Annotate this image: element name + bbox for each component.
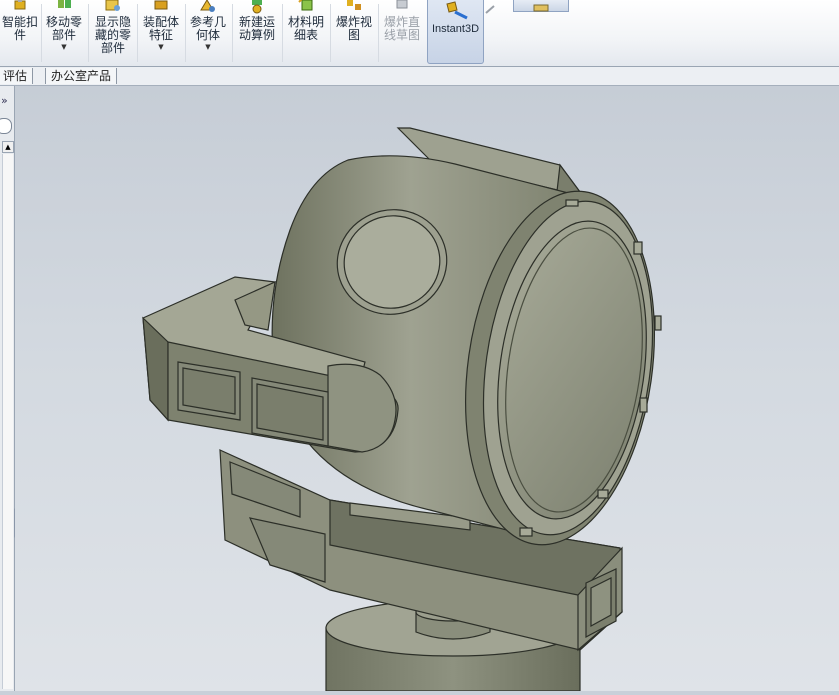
button-label: 移动零 部件 [45,15,82,42]
instant3d-icon [445,0,469,24]
move-component-icon [53,0,75,14]
separator [88,4,89,62]
pencil-icon[interactable] [484,0,498,14]
move-component-button[interactable]: 移动零 部件 ▼ [42,0,86,64]
button-label: 智能扣 件 [1,15,38,42]
button-label: 爆炸直 线草图 [383,15,420,42]
new-motion-study-button[interactable]: 新建运 动算例 [234,0,280,64]
separator [232,4,233,62]
reference-geometry-button[interactable]: 参考几 何体 ▼ [186,0,230,64]
scroll-up-icon[interactable]: ▲ [2,141,14,153]
separator [282,4,283,62]
bolt-icon [9,0,31,14]
button-label: 装配体 特征 [142,15,179,42]
panel-round-button[interactable] [0,118,12,134]
explode-line-icon [391,0,413,14]
dropdown-arrow-icon[interactable]: ▼ [158,43,163,51]
exploded-view-icon [343,0,365,14]
instant3d-label: Instant3D [431,23,480,35]
tab-office-products[interactable]: 办公室产品 [45,68,118,84]
show-hidden-components-button[interactable]: 显示隐 藏的零 部件 [90,0,136,64]
ruler-icon [533,4,549,12]
vertical-scrollbar[interactable] [2,154,13,689]
separator [137,4,138,62]
assembly-feature-icon [150,0,172,14]
button-label: 参考几 何体 [189,15,226,42]
tab-evaluate[interactable]: 评估 [0,68,34,84]
cad-model[interactable] [15,86,839,692]
button-label: 爆炸视 图 [335,15,372,42]
button-label: 材料明 细表 [287,15,324,42]
motion-study-icon [246,0,268,14]
command-manager-tabs: 评估 办公室产品 [0,67,839,86]
bom-icon [295,0,317,14]
dropdown-arrow-icon[interactable]: ▼ [61,43,66,51]
dropdown-arrow-icon[interactable]: ▼ [205,43,210,51]
graphics-viewport[interactable] [15,86,839,692]
instant3d-button[interactable]: Instant3D [427,0,484,64]
button-label: 新建运 动算例 [238,15,275,42]
separator [330,4,331,62]
smart-fastener-button[interactable]: 智能扣 件 [0,0,40,64]
exploded-view-button[interactable]: 爆炸视 图 [332,0,376,64]
feature-manager-panel: » ▲ [0,86,15,691]
reference-geometry-icon [197,0,219,14]
command-manager-ribbon: 智能扣 件 移动零 部件 ▼ 显示隐 藏的零 部件 装配体 特征 ▼ 参考几 何… [0,0,839,67]
ribbon-extra-button[interactable] [513,0,569,12]
button-label: 显示隐 藏的零 部件 [94,15,131,55]
bill-of-materials-button[interactable]: 材料明 细表 [284,0,328,64]
separator [378,4,379,62]
explode-line-sketch-button: 爆炸直 线草图 [380,0,424,64]
expand-panel-icon[interactable]: » [1,94,8,107]
assembly-features-button[interactable]: 装配体 特征 ▼ [139,0,183,64]
show-hidden-icon [102,0,124,14]
